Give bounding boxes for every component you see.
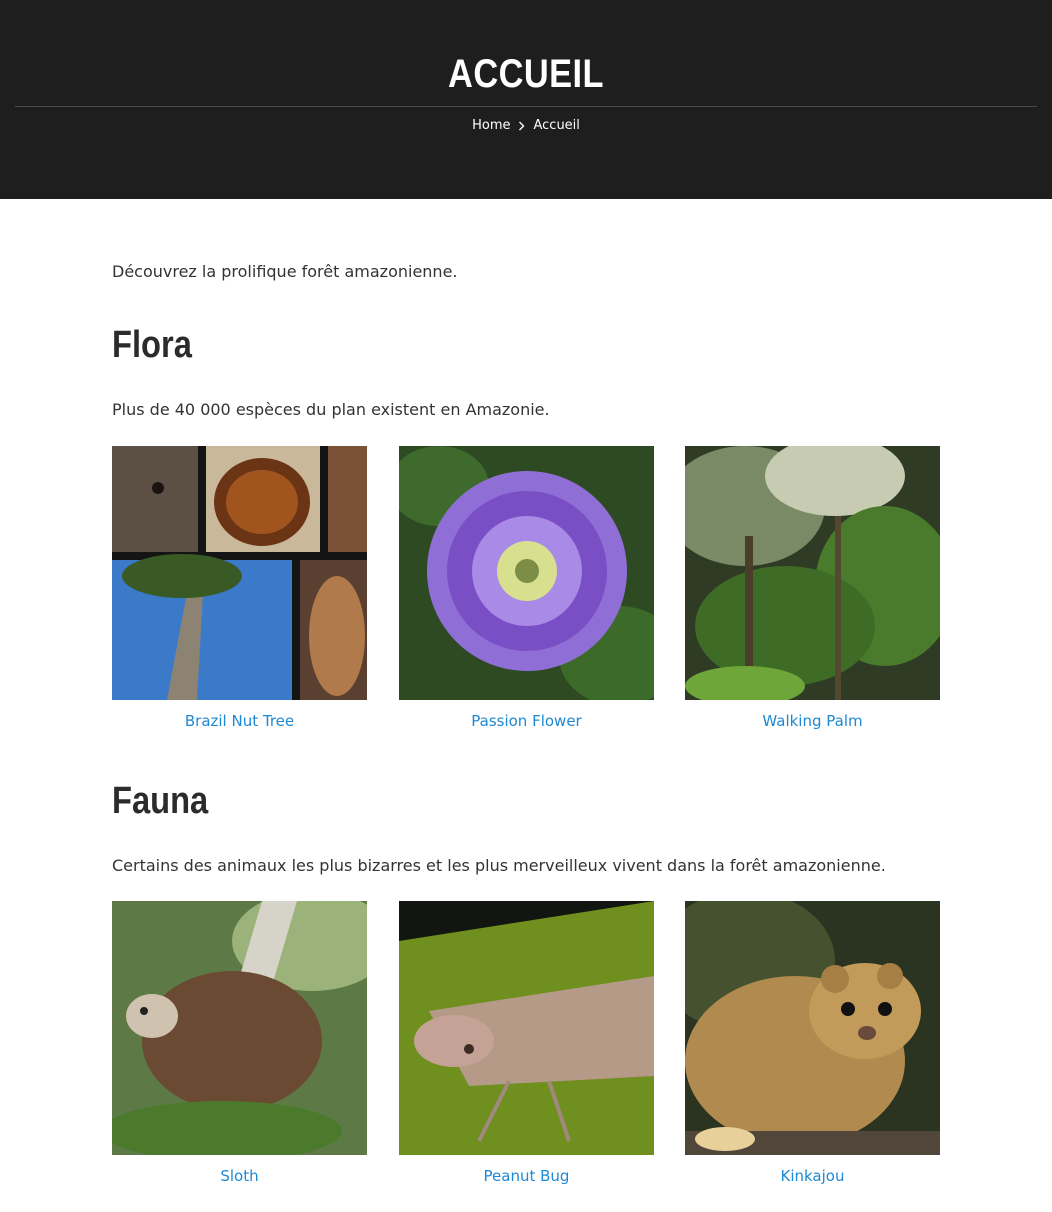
flora-card-passion-flower[interactable]: Passion Flower: [399, 446, 654, 730]
fauna-description: Certains des animaux les plus bizarres e…: [112, 856, 886, 875]
brazil-nut-link[interactable]: Brazil Nut Tree: [112, 712, 367, 730]
breadcrumb: Home Accueil: [0, 118, 1052, 133]
flora-card-brazil-nut[interactable]: Brazil Nut Tree: [112, 446, 367, 730]
brazil-nut-image[interactable]: [112, 446, 367, 700]
walking-palm-link[interactable]: Walking Palm: [685, 712, 940, 730]
sloth-image[interactable]: [112, 901, 367, 1155]
passion-flower-link[interactable]: Passion Flower: [399, 712, 654, 730]
kinkajou-image[interactable]: [685, 901, 940, 1155]
peanut-bug-image[interactable]: [399, 901, 654, 1155]
fauna-card-sloth[interactable]: Sloth: [112, 901, 367, 1185]
fauna-heading: Fauna: [112, 780, 209, 822]
chevron-right-icon: [519, 121, 525, 130]
flora-card-walking-palm[interactable]: Walking Palm: [685, 446, 940, 730]
intro-text: Découvrez la prolifique forêt amazonienn…: [112, 262, 458, 281]
fauna-card-kinkajou[interactable]: Kinkajou: [685, 901, 940, 1185]
flora-description: Plus de 40 000 espèces du plan existent …: [112, 400, 550, 419]
fauna-card-peanut-bug[interactable]: Peanut Bug: [399, 901, 654, 1185]
flora-heading: Flora: [112, 324, 192, 366]
kinkajou-link[interactable]: Kinkajou: [685, 1167, 940, 1185]
peanut-bug-link[interactable]: Peanut Bug: [399, 1167, 654, 1185]
page-hero: ACCUEIL Home Accueil: [0, 0, 1052, 199]
hero-divider: [15, 106, 1037, 107]
page-title: ACCUEIL: [448, 52, 604, 96]
breadcrumb-current: Accueil: [533, 118, 580, 133]
breadcrumb-home-link[interactable]: Home: [472, 118, 510, 133]
walking-palm-image[interactable]: [685, 446, 940, 700]
passion-flower-image[interactable]: [399, 446, 654, 700]
sloth-link[interactable]: Sloth: [112, 1167, 367, 1185]
